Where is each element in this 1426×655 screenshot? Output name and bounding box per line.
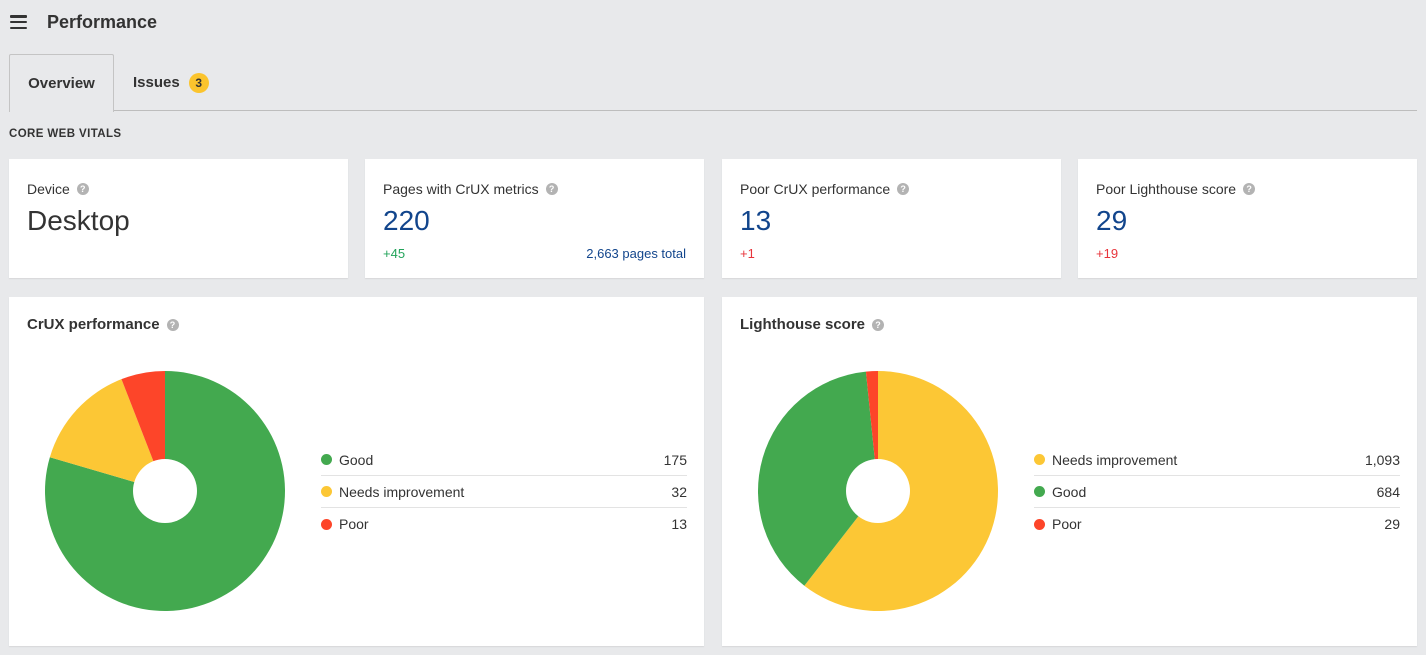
legend-dot-icon [1034,486,1045,497]
legend-item-good[interactable]: Good 175 [321,444,687,476]
legend-item-needs-improvement[interactable]: Needs improvement 32 [321,476,687,508]
legend-label: Poor [339,516,369,532]
stat-label: Poor Lighthouse score [1096,181,1237,197]
legend-item-good[interactable]: Good 684 [1034,476,1400,508]
legend-label: Good [1052,483,1087,500]
donut-hole [133,459,197,523]
section-label: CORE WEB VITALS [9,128,122,140]
legend-label: Poor [1052,516,1082,532]
stat-card-pages-with-crux: Pages with CrUX metrics? 220 +45 2,663 p… [365,159,704,278]
legend-value: 13 [671,516,687,532]
lighthouse-legend: Needs improvement 1,093 Good 684 Poor 29 [1034,444,1400,540]
stat-label: Device [27,181,70,197]
legend-label: Needs improvement [1052,451,1178,468]
stat-card-poor-lighthouse: Poor Lighthouse score? 29 +19 [1078,159,1417,278]
legend-value: 1,093 [1364,451,1400,468]
help-icon[interactable]: ? [872,318,885,331]
legend-value: 175 [663,451,687,468]
help-icon[interactable]: ? [76,183,89,195]
legend-value: 684 [1376,483,1400,500]
stat-value: Desktop [27,205,130,236]
tab-bar: Overview Issues 3 [9,54,1417,112]
stat-label: Pages with CrUX metrics [383,181,539,197]
legend-item-poor[interactable]: Poor 29 [1034,508,1400,540]
legend-dot-icon [1034,454,1045,465]
help-icon[interactable]: ? [1243,183,1256,195]
help-icon[interactable]: ? [897,183,910,195]
stat-change: +45 [383,246,406,261]
stat-card-poor-crux: Poor CrUX performance? 13 +1 [722,159,1061,278]
stat-card-device: Device? Desktop [9,159,348,278]
issues-count-badge: 3 [188,72,209,93]
tab-issues[interactable]: Issues 3 [133,54,209,111]
lighthouse-pie-chart [758,371,998,611]
legend-item-needs-improvement[interactable]: Needs improvement 1,093 [1034,444,1400,476]
legend-dot-icon [321,454,332,465]
legend-value: 29 [1384,516,1400,532]
chart-title: Lighthouse score [740,316,866,333]
crux-pie-chart [45,371,285,611]
tab-overview-label: Overview [28,75,95,92]
hamburger-menu-icon[interactable] [10,15,27,29]
chart-title: CrUX performance [27,316,160,333]
chart-card-crux: CrUX performance? Good 175 Needs improveme… [9,297,704,646]
help-icon[interactable]: ? [545,183,558,195]
help-icon[interactable]: ? [166,318,179,331]
page-title: Performance [47,11,158,32]
tab-issues-label: Issues [133,74,180,91]
chart-card-lighthouse: Lighthouse score? Needs improvement 1,093… [722,297,1417,646]
legend-dot-icon [1034,518,1045,530]
legend-item-poor[interactable]: Poor 13 [321,508,687,540]
stat-label: Poor CrUX performance [740,181,891,197]
stat-value[interactable]: 13 [740,206,1043,236]
stat-value[interactable]: 29 [1096,206,1399,236]
legend-label: Good [339,451,374,468]
legend-value: 32 [671,483,687,500]
tab-overview[interactable]: Overview [9,54,114,112]
page-header: Performance [10,8,157,36]
legend-label: Needs improvement [339,483,465,500]
donut-hole [846,459,910,523]
stat-change: +1 [740,246,755,261]
crux-legend: Good 175 Needs improvement 32 Poor 13 [321,444,687,540]
stat-value[interactable]: 220 [383,206,686,236]
stat-change: +19 [1096,246,1119,261]
pages-total-link[interactable]: 2,663 pages total [586,246,686,261]
legend-dot-icon [321,518,332,530]
legend-dot-icon [321,486,332,497]
